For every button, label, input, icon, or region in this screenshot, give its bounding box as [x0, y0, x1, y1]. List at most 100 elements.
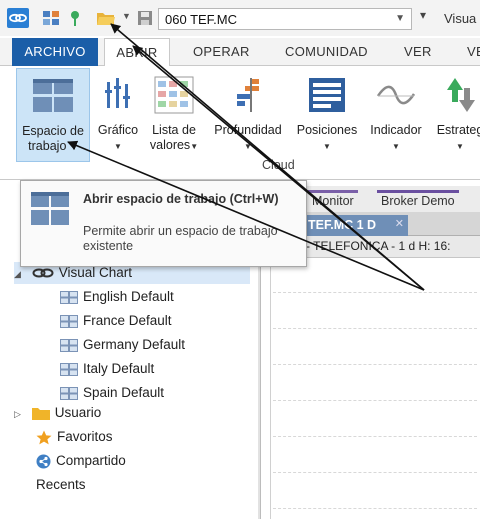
tab-ver[interactable]: VER — [404, 38, 432, 66]
app-logo-icon[interactable] — [7, 8, 29, 28]
tree-item-label: Recents — [36, 477, 86, 492]
chevron-down-icon[interactable]: ▼ — [395, 13, 405, 24]
visual-chart-logo-icon — [32, 268, 54, 278]
workspace-icon — [60, 362, 78, 376]
chevron-down-icon: ▼ — [456, 142, 464, 151]
chart-button-caret: ▼ — [92, 138, 144, 154]
tree-item-label: Favoritos — [57, 429, 113, 444]
positions-button-label: Posiciones — [296, 123, 358, 137]
strategy-button-label: Estrateg — [436, 123, 480, 137]
symbol-combo-value: 060 TEF.MC — [165, 12, 238, 27]
tree-item-workspace[interactable]: France Default — [60, 310, 172, 332]
workspace-icon — [60, 314, 78, 328]
gridline — [273, 400, 477, 401]
tree-item-workspace[interactable]: English Default — [60, 286, 174, 308]
watchlist-icon — [154, 76, 194, 114]
chart-area[interactable] — [260, 258, 480, 519]
workspace-tree: ◢ Visual Chart English Default France De… — [0, 258, 258, 519]
tree-item-workspace[interactable]: Italy Default — [60, 358, 154, 380]
gridline — [273, 292, 477, 293]
strategy-icon — [447, 78, 475, 112]
watchlist-button-label-2: valores▼ — [149, 138, 199, 152]
tree-item-label: Italy Default — [83, 361, 155, 376]
positions-button[interactable]: Posiciones ▼ — [292, 68, 362, 162]
workspace-icon — [33, 79, 73, 112]
tree-item-label: France Default — [83, 313, 172, 328]
depth-button-label: Profundidad — [214, 123, 282, 137]
tree-item-label: Germany Default — [83, 337, 186, 352]
workspace-button[interactable]: Espacio de trabajo ▼ — [16, 68, 90, 162]
customize-toolbar-icon[interactable]: ▾ — [420, 8, 426, 22]
chevron-down-icon: ▼ — [392, 142, 400, 151]
tab-broker-demo[interactable]: Broker Demo — [377, 190, 459, 208]
workspace-icon — [60, 338, 78, 352]
indicator-button-label: Indicador — [370, 123, 422, 137]
watchlist-button-label: Lista de — [152, 123, 196, 137]
expand-icon[interactable]: ▷ — [14, 403, 28, 425]
chart-icon — [105, 78, 130, 108]
tab-overflow[interactable]: VE — [467, 38, 480, 66]
indicator-button[interactable]: Indicador ▼ — [363, 68, 429, 162]
chart-button[interactable]: Gráfico ▼ — [92, 68, 144, 162]
workspace-tooltip: Abrir espacio de trabajo (Ctrl+W) Permit… — [20, 180, 307, 267]
tab-abrir[interactable]: ABRIR — [104, 38, 170, 67]
chart-button-label: Gráfico — [97, 123, 139, 137]
tree-item-label: Visual Chart — [58, 265, 133, 280]
tree-item-label: Compartido — [56, 453, 126, 468]
star-icon — [36, 430, 52, 445]
pin-icon[interactable] — [66, 9, 84, 27]
depth-button[interactable]: Profundidad ▼ — [206, 68, 290, 162]
folder-icon — [31, 408, 50, 421]
tree-item-compartido[interactable]: Compartido — [36, 450, 126, 472]
gridline — [273, 436, 477, 437]
symbol-combo[interactable]: 060 TEF.MC ▼ — [158, 8, 412, 30]
tab-archivo[interactable]: ARCHIVO — [12, 38, 98, 66]
tree-item-workspace[interactable]: Germany Default — [60, 334, 185, 356]
quick-access-toolbar: ▼ 060 TEF.MC ▼ ▾ Visua — [0, 0, 480, 36]
gridline — [273, 508, 477, 509]
tree-item-label: English Default — [83, 289, 174, 304]
workspace-icon — [60, 386, 78, 400]
gridline — [273, 472, 477, 473]
indicator-button-caret: ▼ — [363, 138, 429, 154]
open-dropdown-chevron-icon[interactable]: ▼ — [122, 11, 131, 21]
save-icon[interactable] — [136, 9, 154, 27]
workspace-button-label-2: trabajo ▼ — [28, 139, 78, 153]
tab-operar[interactable]: OPERAR — [193, 38, 250, 66]
chevron-down-icon: ▼ — [69, 143, 78, 152]
tree-item-workspace[interactable]: Spain Default — [60, 382, 164, 404]
tooltip-description: Permite abrir un espacio de trabajo exis… — [83, 224, 278, 253]
positions-button-caret: ▼ — [292, 138, 362, 154]
ribbon-panel: Espacio de trabajo ▼ Gráfico ▼ Lista de … — [0, 66, 480, 180]
gridline — [273, 364, 477, 365]
tooltip-title: Abrir espacio de trabajo (Ctrl+W) — [83, 192, 279, 206]
workspace-icon — [31, 192, 69, 225]
chevron-down-icon: ▼ — [244, 142, 252, 151]
workspace-button-label: Espacio de — [22, 124, 84, 138]
tab-comunidad[interactable]: COMUNIDAD — [285, 38, 368, 66]
tree-item-label: Usuario — [54, 405, 102, 420]
chevron-down-icon: ▼ — [323, 142, 331, 151]
tab-chart-tef[interactable]: TEF.MC 1 D ✕ — [296, 215, 408, 236]
tree-item-label: Spain Default — [83, 385, 165, 400]
strategy-button-caret: ▼ — [430, 138, 480, 154]
chevron-down-icon: ▼ — [114, 142, 122, 151]
tab-monitor[interactable]: Monitor — [308, 190, 358, 208]
gridline — [273, 328, 477, 329]
tree-item-recents[interactable]: Recents — [36, 474, 86, 496]
workspace-icon — [60, 290, 78, 304]
chart-axis-line — [270, 258, 271, 519]
tree-item-favoritos[interactable]: Favoritos — [36, 426, 113, 448]
tree-item-usuario[interactable]: ▷ Usuario — [14, 402, 101, 424]
ribbon-group-label: Cloud — [262, 158, 295, 172]
indicator-icon — [376, 85, 416, 105]
chart-tab-label: TEF.MC 1 D — [308, 218, 377, 232]
close-icon[interactable]: ✕ — [395, 217, 404, 230]
layout-icon[interactable] — [42, 9, 60, 27]
open-folder-icon[interactable] — [96, 9, 115, 27]
watchlist-button[interactable]: Lista de valores▼ — [146, 68, 202, 162]
positions-icon — [309, 78, 345, 112]
window-title: Visua — [444, 11, 477, 26]
strategy-button[interactable]: Estrateg ▼ — [430, 68, 480, 162]
depth-button-caret: ▼ — [206, 138, 290, 154]
